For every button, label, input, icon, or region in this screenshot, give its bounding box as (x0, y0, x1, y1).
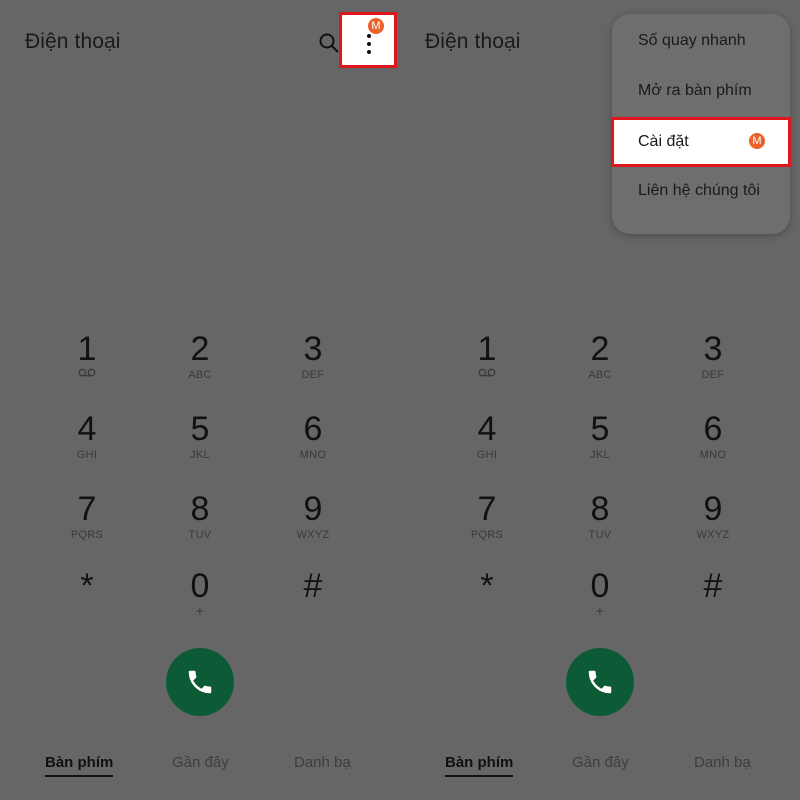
annotation-badge: M (749, 133, 765, 149)
key-hash[interactable]: # (263, 567, 363, 639)
key-9[interactable]: 9 WXYZ (663, 490, 763, 562)
tab-contacts[interactable]: Danh bạ (694, 754, 751, 771)
key-3[interactable]: 3 DEF (663, 330, 763, 402)
page-title: Điện thoại (25, 30, 121, 53)
key-7[interactable]: 7 PQRS (37, 490, 137, 562)
page-title: Điện thoại (425, 30, 521, 53)
key-9[interactable]: 9 WXYZ (263, 490, 363, 562)
call-button[interactable] (566, 648, 634, 716)
menu-item-contact-us[interactable]: Liên hệ chúng tôi (612, 166, 790, 216)
key-5[interactable]: 5 JKL (150, 410, 250, 482)
key-8[interactable]: 8 TUV (150, 490, 250, 562)
key-star[interactable]: * (37, 567, 137, 639)
key-2[interactable]: 2 ABC (550, 330, 650, 402)
voicemail-icon (478, 368, 496, 377)
bottom-tabs: Bàn phím Gần đây Danh bạ (400, 754, 800, 784)
tab-keypad[interactable]: Bàn phím (445, 754, 514, 777)
key-1[interactable]: 1 (437, 330, 537, 402)
tab-contacts[interactable]: Danh bạ (294, 754, 351, 771)
menu-item-settings-label: Cài đặt (638, 133, 689, 150)
menu-item-speed-dial[interactable]: Số quay nhanh (612, 16, 790, 66)
key-0[interactable]: 0 + (550, 567, 650, 639)
menu-item-open-keypad[interactable]: Mở ra bàn phím (612, 66, 790, 116)
phone-icon (188, 670, 212, 694)
key-4[interactable]: 4 GHI (37, 410, 137, 482)
search-button[interactable] (318, 32, 340, 54)
search-icon (319, 33, 339, 53)
call-button[interactable] (166, 648, 234, 716)
overflow-menu: Số quay nhanh Mở ra bàn phím Cài đặt M L… (611, 14, 791, 234)
tab-recent[interactable]: Gần đây (572, 754, 629, 771)
key-3[interactable]: 3 DEF (263, 330, 363, 402)
more-vert-icon (367, 34, 371, 54)
voicemail-icon (78, 368, 96, 377)
more-options-button[interactable]: M (339, 12, 397, 68)
key-5[interactable]: 5 JKL (550, 410, 650, 482)
menu-item-settings[interactable]: Cài đặt M (611, 117, 791, 167)
tab-keypad[interactable]: Bàn phím (45, 754, 114, 777)
right-dialer-screen: Điện thoại 1 2 ABC 3 DEF 4 GHI 5 JKL 6 M… (400, 0, 800, 800)
key-star[interactable]: * (437, 567, 537, 639)
phone-icon (588, 670, 612, 694)
key-1[interactable]: 1 (37, 330, 137, 402)
key-7[interactable]: 7 PQRS (437, 490, 537, 562)
key-2[interactable]: 2 ABC (150, 330, 250, 402)
left-dialer-screen: Điện thoại M 1 2 ABC 3 DEF 4 GHI 5 JKL 6… (0, 0, 400, 800)
key-hash[interactable]: # (663, 567, 763, 639)
key-6[interactable]: 6 MNO (263, 410, 363, 482)
key-8[interactable]: 8 TUV (550, 490, 650, 562)
tab-recent[interactable]: Gần đây (172, 754, 229, 771)
bottom-tabs: Bàn phím Gần đây Danh bạ (0, 754, 400, 784)
key-4[interactable]: 4 GHI (437, 410, 537, 482)
key-0[interactable]: 0 + (150, 567, 250, 639)
key-6[interactable]: 6 MNO (663, 410, 763, 482)
annotation-badge: M (368, 18, 384, 34)
